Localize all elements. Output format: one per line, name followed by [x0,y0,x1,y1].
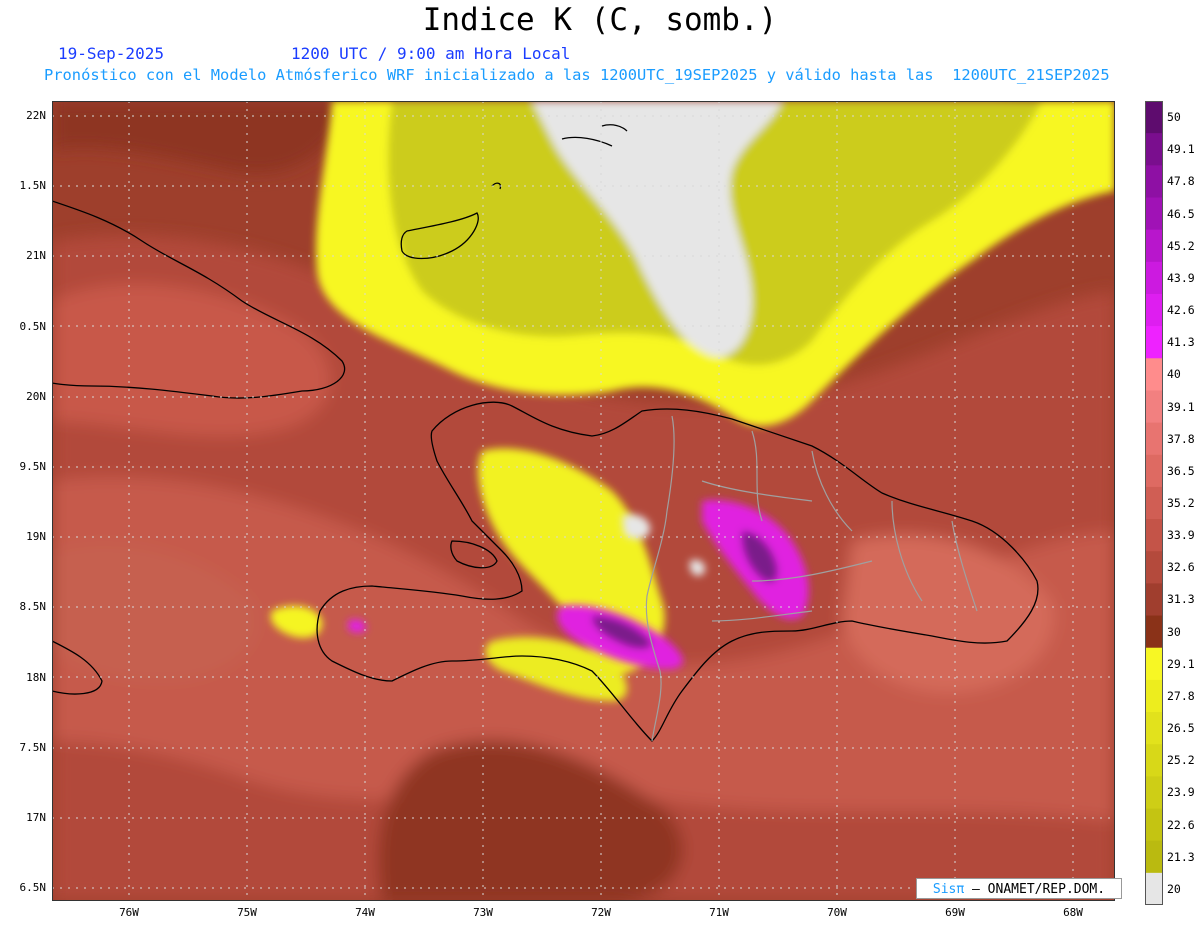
colorbar-label: 42.6 [1167,303,1195,318]
colorbar-label: 49.1 [1167,142,1195,157]
colorbar-swatch [1145,583,1163,617]
colorbar-swatch [1145,390,1163,424]
lat-label: 20N [26,389,46,403]
sis-logo: Sisπ [932,882,965,897]
colorbar-swatch [1145,615,1163,649]
lon-label: 69W [945,906,965,919]
colorbar-label: 47.8 [1167,174,1195,189]
colorbar-label: 35.2 [1167,496,1195,510]
colorbar-swatch [1145,101,1163,134]
lon-label: 72W [591,906,611,919]
colorbar-swatch [1145,293,1163,327]
lon-label: 75W [237,906,257,919]
colorbar-label: 26.5 [1167,721,1195,736]
lat-label: 1.5N [19,179,47,193]
colorbar-swatch [1145,551,1163,584]
colorbar-swatch [1145,647,1163,681]
colorbar-label: 27.8 [1167,688,1195,703]
colorbar-label: 40 [1167,367,1181,382]
colorbar-label: 25.2 [1167,753,1195,768]
lat-label: 21N [26,249,46,263]
colorbar-swatch [1145,840,1163,874]
colorbar-swatch [1145,776,1163,810]
model-subtitle: Pronóstico con el Modelo Atmósferico WRF… [44,66,1110,84]
colorbar-label: 31.3 [1167,592,1195,607]
colorbar-label: 45.2 [1167,238,1195,253]
colorbar-label: 20 [1167,881,1181,896]
lon-label: 76W [119,906,139,919]
lon-label: 71W [709,906,729,919]
lat-label: 17N [26,811,46,824]
colorbar-swatch [1145,358,1163,391]
forecast-date: 19-Sep-2025 [58,44,164,63]
colorbar-swatch [1145,197,1163,231]
colorbar-label: 37.8 [1167,431,1195,446]
lon-label: 74W [355,906,375,919]
colorbar-label: 33.9 [1167,528,1195,543]
lon-label: 68W [1063,906,1083,919]
colorbar-label: 36.5 [1167,463,1195,478]
lat-label: 0.5N [19,319,47,333]
colorbar-swatch [1145,486,1163,520]
colorbar-label: 29.1 [1167,656,1195,671]
credit-box: Sisπ – ONAMET/REP.DOM. [916,878,1122,899]
colorbar-label: 50 [1167,110,1181,125]
colorbar-label: 43.9 [1167,270,1195,285]
colorbar-label: 39.1 [1167,399,1195,414]
colorbar-swatch [1145,712,1163,745]
colorbar-label: 22.6 [1167,817,1195,832]
k-index-map [52,101,1115,901]
colorbar-swatch [1145,454,1163,488]
colorbar-label: 32.6 [1167,560,1195,575]
colorbar-label: 30 [1167,624,1181,639]
colorbar-swatch [1145,679,1163,713]
lat-label: 18N [26,670,46,684]
colorbar [1145,101,1163,905]
colorbar-swatch [1145,133,1163,166]
lat-label: 19N [26,530,46,544]
colorbar-label: 21.3 [1167,849,1195,864]
colorbar-swatch [1145,808,1163,842]
lat-label: 8.5N [19,600,47,614]
credit-text: – ONAMET/REP.DOM. [972,882,1106,897]
colorbar-swatch [1145,422,1163,456]
lon-label: 73W [473,906,493,919]
forecast-time: 1200 UTC / 9:00 am Hora Local [291,44,571,63]
colorbar-label: 46.5 [1167,206,1195,221]
colorbar-swatch [1145,519,1163,552]
lat-label: 6.5N [19,881,47,895]
chart-title: Indice K (C, somb.) [422,2,778,38]
lat-label: 22N [26,109,46,122]
colorbar-label: 23.9 [1167,785,1195,800]
colorbar-swatch [1145,744,1163,777]
colorbar-swatch [1145,326,1163,359]
lon-label: 70W [827,906,847,919]
colorbar-swatch [1145,229,1163,263]
colorbar-swatch [1145,872,1163,905]
colorbar-label: 41.3 [1167,335,1195,350]
lat-label: 9.5N [19,460,47,473]
colorbar-swatch [1145,261,1163,295]
lat-label: 7.5N [19,740,47,754]
colorbar-swatch [1145,165,1163,198]
